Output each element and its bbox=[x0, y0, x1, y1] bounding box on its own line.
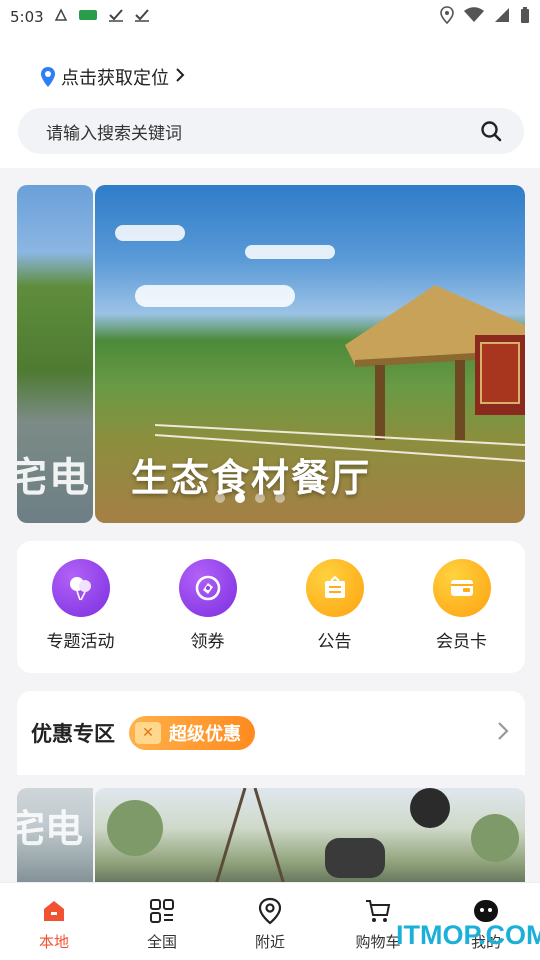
banner-carousel[interactable]: 宅电 生态食材餐厅 bbox=[17, 185, 525, 523]
cart-icon bbox=[366, 900, 391, 922]
carousel-dot[interactable] bbox=[275, 493, 285, 503]
cloud-decoration bbox=[135, 285, 295, 307]
quick-action-member-card[interactable]: 会员卡 bbox=[407, 559, 517, 673]
chevron-right-icon bbox=[175, 67, 185, 88]
status-time: 5:03 bbox=[10, 8, 44, 26]
quick-action-coupons[interactable]: 领券 bbox=[153, 559, 263, 673]
banner-prev-caption: 宅电 bbox=[17, 455, 91, 501]
notification-icon bbox=[54, 8, 68, 26]
ticket-icon: ✕ bbox=[135, 722, 161, 744]
tab-national[interactable]: 全国 bbox=[108, 883, 216, 960]
quick-action-label: 会员卡 bbox=[436, 632, 487, 652]
quick-action-label: 领券 bbox=[190, 632, 225, 652]
deals-carousel[interactable]: 宅电 bbox=[17, 788, 525, 888]
balloon-icon bbox=[51, 559, 110, 617]
coupon-icon bbox=[178, 559, 237, 617]
banner-slide-current[interactable]: 生态食材餐厅 bbox=[95, 185, 525, 523]
deals-slide-current[interactable] bbox=[95, 788, 525, 888]
tab-local[interactable]: 本地 bbox=[0, 883, 108, 960]
quick-action-label: 公告 bbox=[317, 632, 352, 652]
location-label: 点击获取定位 bbox=[61, 68, 169, 89]
quick-action-notices[interactable]: 公告 bbox=[280, 559, 390, 673]
banner-slide-previous[interactable]: 宅电 bbox=[17, 185, 93, 523]
tab-label: 附近 bbox=[254, 933, 285, 951]
quick-actions-panel: 专题活动 领券 公告 会员卡 bbox=[17, 541, 525, 673]
deals-prev-caption: 宅电 bbox=[17, 807, 84, 851]
header: 点击获取定位 请输入搜索关键词 bbox=[0, 34, 540, 168]
location-icon bbox=[440, 6, 454, 28]
quick-action-topics[interactable]: 专题活动 bbox=[26, 559, 136, 673]
tab-label: 购物车 bbox=[355, 933, 401, 951]
carousel-dot[interactable] bbox=[255, 493, 265, 503]
status-bar: 5:03 bbox=[0, 0, 540, 34]
deals-slide-previous[interactable]: 宅电 bbox=[17, 788, 93, 888]
quick-action-label: 专题活动 bbox=[46, 632, 115, 652]
tab-nearby[interactable]: 附近 bbox=[216, 883, 324, 960]
cloud-decoration bbox=[245, 245, 335, 259]
tab-label: 全国 bbox=[146, 933, 177, 951]
scooter-image bbox=[107, 788, 519, 888]
app-icon bbox=[78, 9, 98, 25]
cloud-decoration bbox=[115, 225, 185, 241]
signal-icon bbox=[494, 7, 510, 27]
carousel-indicator bbox=[215, 493, 285, 503]
deals-section-header[interactable]: 优惠专区 ✕ 超级优惠 bbox=[17, 691, 525, 775]
carousel-dot-active[interactable] bbox=[235, 493, 245, 503]
check-icon bbox=[134, 8, 150, 26]
home-icon bbox=[44, 901, 64, 921]
section-title: 优惠专区 bbox=[31, 722, 115, 746]
wifi-icon bbox=[464, 7, 484, 27]
watermark: ITMOP.COM bbox=[396, 920, 540, 950]
location-selector[interactable]: 点击获取定位 bbox=[40, 64, 185, 90]
search-input[interactable]: 请输入搜索关键词 bbox=[46, 119, 480, 144]
tab-label: 本地 bbox=[38, 933, 69, 951]
search-bar[interactable]: 请输入搜索关键词 bbox=[18, 108, 524, 154]
grid-icon bbox=[150, 899, 174, 923]
notice-icon bbox=[305, 559, 364, 617]
map-pin-icon bbox=[41, 67, 55, 87]
super-deal-badge: ✕ 超级优惠 bbox=[129, 716, 255, 750]
badge-label: 超级优惠 bbox=[169, 724, 241, 745]
carousel-dot[interactable] bbox=[215, 493, 225, 503]
search-icon[interactable] bbox=[480, 120, 502, 142]
pin-icon bbox=[258, 897, 282, 925]
check-icon bbox=[108, 8, 124, 26]
battery-icon bbox=[520, 6, 530, 28]
card-icon bbox=[432, 559, 491, 617]
chevron-right-icon[interactable] bbox=[497, 719, 509, 747]
